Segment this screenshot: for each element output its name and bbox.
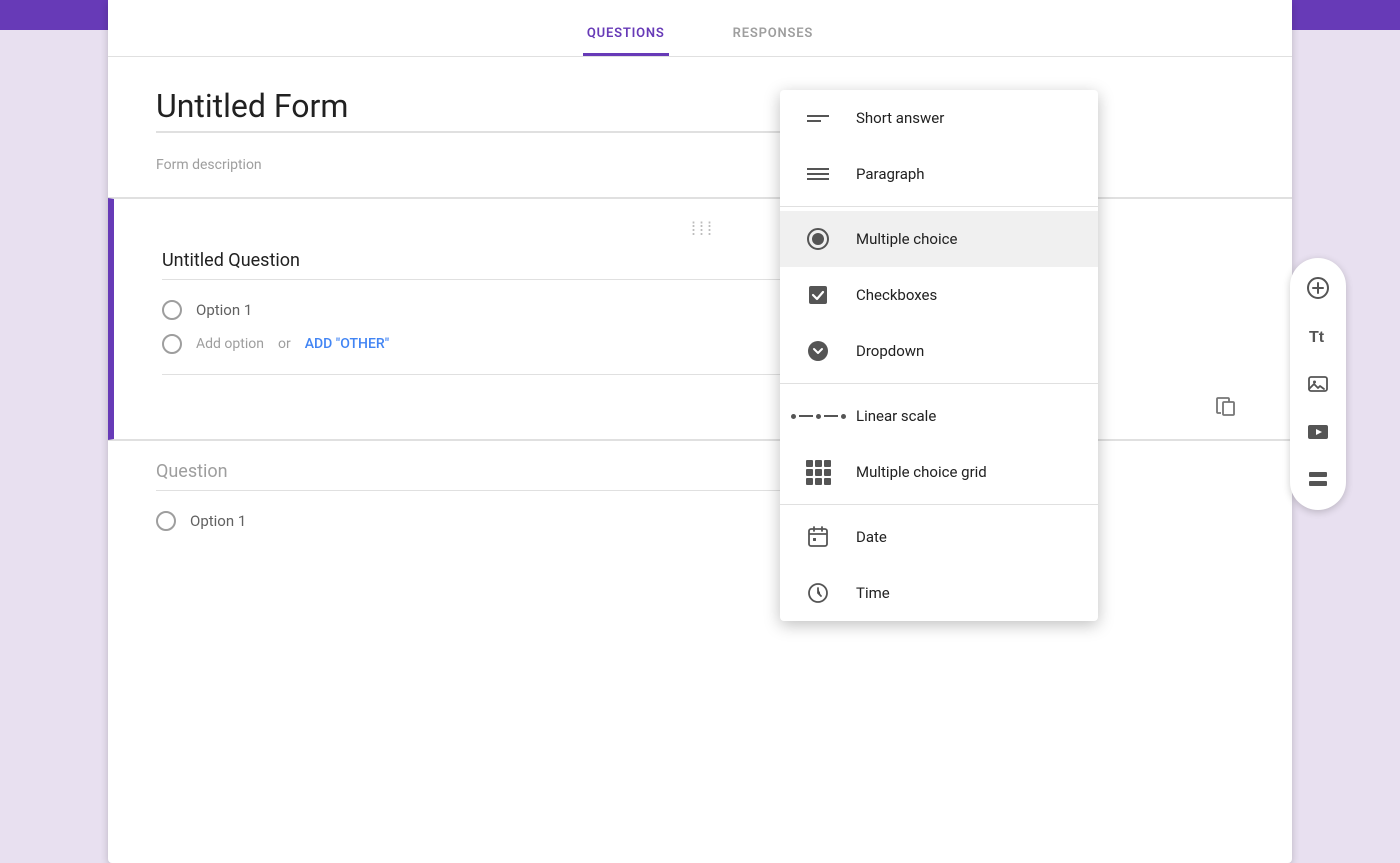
add-video-button[interactable] (1296, 410, 1340, 454)
grid-icon (804, 458, 832, 486)
dropdown-item-linear-scale[interactable]: Linear scale (780, 388, 1098, 444)
form-header: Untitled Form Form description (108, 57, 1292, 198)
dropdown-icon (804, 337, 832, 365)
question-card-inactive: Question Option 1 (108, 440, 1292, 575)
add-title-button[interactable]: Tt (1296, 314, 1340, 358)
copy-button[interactable] (1208, 387, 1244, 423)
dropdown-item-short-answer[interactable]: Short answer (780, 90, 1098, 146)
dropdown-item-time[interactable]: Time (780, 565, 1098, 621)
dropdown-label-grid: Multiple choice grid (856, 463, 987, 481)
dropdown-label-checkboxes: Checkboxes (856, 286, 937, 304)
svg-text:Tt: Tt (1309, 329, 1325, 346)
add-section-button[interactable] (1296, 458, 1340, 502)
dropdown-label-multiple-choice: Multiple choice (856, 230, 957, 248)
paragraph-icon (804, 160, 832, 188)
tab-bar: QUESTIONS RESPONSES (108, 0, 1292, 57)
date-icon (804, 523, 832, 551)
add-option-text[interactable]: Add option (196, 336, 264, 352)
dropdown-label-time: Time (856, 584, 890, 602)
dropdown-label-short-answer: Short answer (856, 109, 944, 127)
dropdown-divider-3 (780, 504, 1098, 505)
radio-option-1 (162, 300, 182, 320)
question-type-dropdown: Short answer Paragraph Multiple choice (780, 90, 1098, 621)
time-icon (804, 579, 832, 607)
tab-responses[interactable]: RESPONSES (729, 14, 817, 56)
add-image-button[interactable] (1296, 362, 1340, 406)
linear-scale-icon (804, 402, 832, 430)
dropdown-item-grid[interactable]: Multiple choice grid (780, 444, 1098, 500)
multiple-choice-icon (804, 225, 832, 253)
question-card-active: ⁞⁞⁞ Untitled Question Option 1 Add optio… (108, 198, 1292, 440)
dropdown-item-checkboxes[interactable]: Checkboxes (780, 267, 1098, 323)
main-card: QUESTIONS RESPONSES Untitled Form Form d… (108, 0, 1292, 863)
add-option-or: or (278, 336, 291, 352)
tab-questions[interactable]: QUESTIONS (583, 14, 669, 56)
dropdown-divider-2 (780, 383, 1098, 384)
dropdown-label-dropdown: Dropdown (856, 342, 924, 360)
radio-add-option (162, 334, 182, 354)
dropdown-label-date: Date (856, 528, 887, 546)
right-toolbar: Tt (1290, 258, 1346, 510)
inactive-radio-option-1 (156, 511, 176, 531)
dropdown-item-paragraph[interactable]: Paragraph (780, 146, 1098, 202)
dropdown-label-paragraph: Paragraph (856, 165, 925, 183)
dropdown-item-dropdown[interactable]: Dropdown (780, 323, 1098, 379)
short-answer-icon (804, 104, 832, 132)
checkboxes-icon (804, 281, 832, 309)
dropdown-label-linear-scale: Linear scale (856, 407, 936, 425)
dropdown-item-date[interactable]: Date (780, 509, 1098, 565)
dropdown-divider-1 (780, 206, 1098, 207)
add-other-link[interactable]: ADD "OTHER" (305, 336, 389, 352)
add-question-button[interactable] (1296, 266, 1340, 310)
option-label-1: Option 1 (196, 301, 252, 319)
inactive-option-label-1: Option 1 (190, 512, 246, 530)
dropdown-item-multiple-choice[interactable]: Multiple choice (780, 211, 1098, 267)
